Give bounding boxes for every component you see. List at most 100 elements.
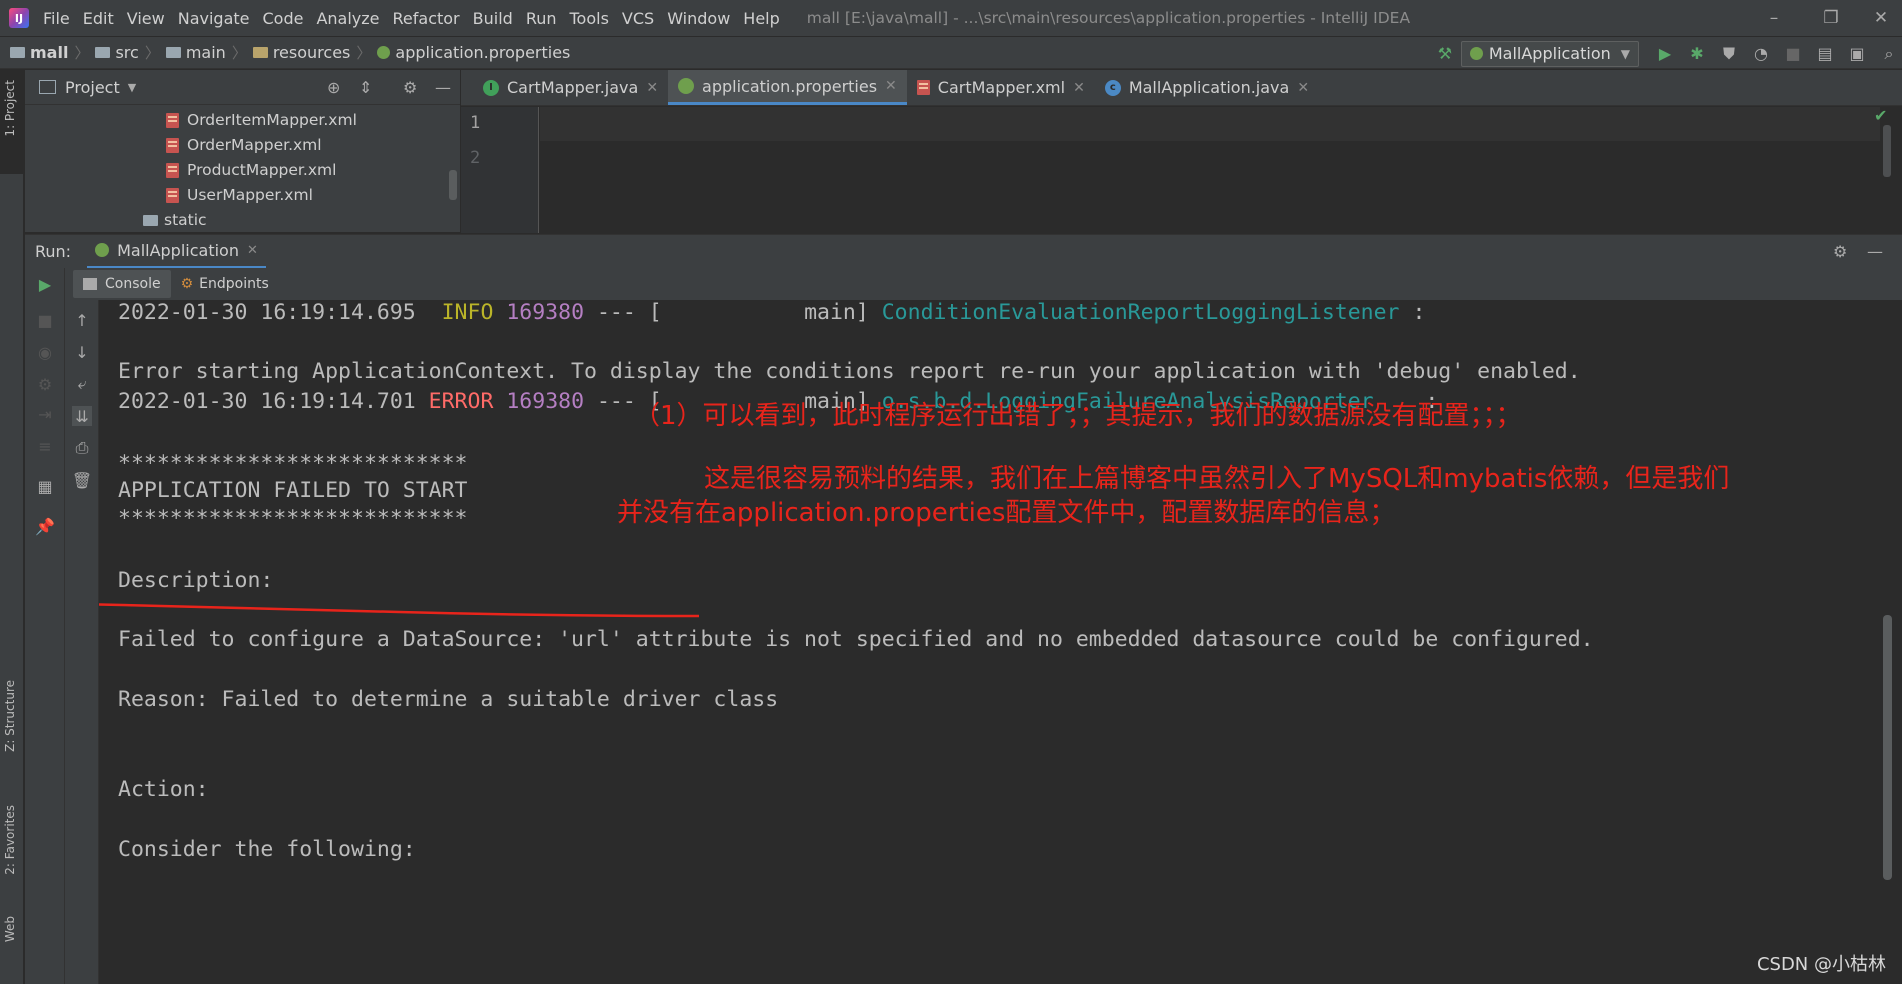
tree-item[interactable]: static [143,211,207,229]
menu-tools[interactable]: Tools [570,9,609,28]
xml-file-icon [166,112,179,128]
trash-icon[interactable]: 🗑 [72,470,92,490]
red-underline-annotation [99,603,700,618]
project-tool-label[interactable]: 1: Project [3,80,17,137]
properties-file-icon [377,46,391,59]
pin-list-icon[interactable]: ≡ [35,436,55,456]
rerun-icon[interactable]: ▶ [35,274,55,294]
editor-gutter: 1 2 [461,107,539,233]
tab-cartmapper-java[interactable]: I CartMapper.java ✕ [473,70,668,105]
menu-analyze[interactable]: Analyze [316,9,379,28]
run-subtabs: Console ⚙ Endpoints [25,268,1902,300]
tab-mallapplication-java[interactable]: c MallApplication.java ✕ [1095,70,1319,105]
build-hammer-icon[interactable]: ⚒ [1434,43,1456,65]
menu-view[interactable]: View [127,9,165,28]
endpoints-icon: ⚙ [180,276,194,292]
tab-cartmapper-xml[interactable]: CartMapper.xml ✕ [907,70,1095,105]
print-icon[interactable]: ⎙ [72,438,92,458]
collapse-all-icon[interactable]: ⇕ [359,78,372,97]
java-class-icon: c [1104,79,1121,96]
close-icon[interactable]: ✕ [885,78,897,94]
breadcrumb: mall 〉 src 〉 main 〉 resources 〉 applicat… [10,42,570,63]
menu-edit[interactable]: Edit [83,9,114,28]
tree-item-label: OrderMapper.xml [187,136,322,154]
layout-icon[interactable]: ▦ [35,476,55,496]
tree-item-label: static [164,211,207,229]
scroll-to-end-icon[interactable]: ⇊ [72,406,92,426]
coverage-icon[interactable]: ⛊ [1718,43,1740,65]
web-tool-label[interactable]: Web [3,916,17,942]
hide-panel-icon[interactable]: — [1867,242,1883,261]
xml-file-icon [166,162,179,178]
chevron-right-icon: 〉 [356,44,372,62]
run-label: Run: [35,242,72,261]
minimize-button[interactable]: – [1753,0,1795,36]
editor-scrollbar[interactable] [1883,125,1891,177]
breadcrumb-main[interactable]: main [186,43,226,62]
menu-window[interactable]: Window [667,9,730,28]
tree-item[interactable]: OrderItemMapper.xml [166,111,357,129]
pin-icon[interactable]: 📌 [35,516,55,536]
restore-button[interactable]: ❐ [1810,0,1852,36]
menu-navigate[interactable]: Navigate [178,9,250,28]
tab-endpoints[interactable]: ⚙ Endpoints [171,270,279,298]
tree-item[interactable]: OrderMapper.xml [166,136,322,154]
console-output[interactable]: 2022-01-30 16:19:14.695 INFO 169380 --- … [99,300,1882,984]
arrow-down-icon[interactable]: ↓ [72,342,92,362]
close-icon[interactable]: ✕ [1297,80,1309,96]
tree-item[interactable]: UserMapper.xml [166,186,313,204]
menu-refactor[interactable]: Refactor [393,9,460,28]
menu-code[interactable]: Code [263,9,304,28]
close-icon[interactable]: ✕ [646,80,658,96]
layout-icon[interactable]: ▣ [1846,43,1868,65]
arrow-up-icon[interactable]: ↑ [72,310,92,330]
run-configuration-select[interactable]: MallApplication ▼ [1460,40,1639,67]
tab-console[interactable]: Console [73,270,171,298]
exit-icon[interactable]: ⇥ [35,404,55,424]
run-icon[interactable]: ▶ [1654,43,1676,65]
locate-icon[interactable]: ⊕ [327,78,340,97]
soft-wrap-icon[interactable]: ⤶ [72,374,92,394]
console-scrollbar-thumb[interactable] [1883,615,1892,880]
log-separator: : [1399,300,1426,325]
spring-boot-icon [1469,47,1483,60]
project-scrollbar[interactable] [449,170,457,200]
gear-icon[interactable]: ⚙ [403,78,417,97]
breadcrumb-file[interactable]: application.properties [395,43,570,62]
inspection-ok-icon[interactable]: ✔ [1874,106,1887,125]
breadcrumb-src[interactable]: src [115,43,138,62]
chevron-down-icon[interactable]: ▼ [128,81,136,94]
hide-panel-icon[interactable]: — [435,78,451,97]
settings-icon[interactable]: ⚙ [35,374,55,394]
tab-application-properties[interactable]: application.properties ✕ [668,70,907,105]
menu-file[interactable]: File [43,9,70,28]
menu-run[interactable]: Run [526,9,557,28]
tree-item[interactable]: ProductMapper.xml [166,161,336,179]
debug-icon[interactable]: ✱ [1686,43,1708,65]
run-toolbar-primary: ▶ ■ ◉ ⚙ ⇥ ≡ ▦ 📌 [25,268,65,984]
consider-line: Consider the following: [118,837,416,862]
tab-label: Endpoints [199,276,269,292]
breadcrumb-mall[interactable]: mall [30,43,68,62]
gear-icon[interactable]: ⚙ [1833,242,1847,261]
project-structure-icon[interactable]: ▤ [1814,43,1836,65]
resources-folder-icon [252,47,268,58]
camera-icon[interactable]: ◉ [35,342,55,362]
close-icon[interactable]: ✕ [247,243,258,258]
console-icon [83,278,97,290]
favorites-tool-label[interactable]: 2: Favorites [3,805,17,875]
run-tab-mallapplication[interactable]: MallApplication ✕ [87,235,266,269]
menu-vcs[interactable]: VCS [622,9,654,28]
project-panel-title[interactable]: Project [65,78,120,97]
profile-icon[interactable]: ◔ [1750,43,1772,65]
search-icon[interactable]: ⌕ [1878,43,1900,65]
stop-icon[interactable]: ■ [35,310,55,330]
stop-icon[interactable]: ■ [1782,43,1804,65]
structure-tool-label[interactable]: Z: Structure [3,680,17,752]
tab-label: MallApplication.java [1128,78,1290,97]
close-icon[interactable]: ✕ [1073,80,1085,96]
menu-help[interactable]: Help [743,9,779,28]
menu-build[interactable]: Build [473,9,513,28]
close-window-button[interactable]: ✕ [1860,0,1902,36]
breadcrumb-resources[interactable]: resources [273,43,351,62]
